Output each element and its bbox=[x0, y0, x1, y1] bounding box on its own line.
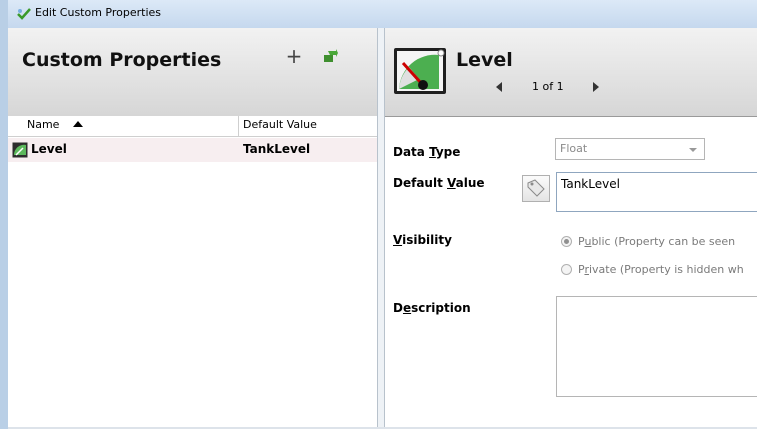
private-radio[interactable] bbox=[561, 264, 572, 275]
public-radio-label[interactable]: Public (Property can be seen bbox=[578, 235, 735, 248]
add-property-button[interactable]: + bbox=[283, 45, 305, 67]
checkmark-app-icon bbox=[17, 8, 31, 20]
import-arrow-icon[interactable] bbox=[322, 49, 338, 63]
pager-status: 1 of 1 bbox=[532, 80, 564, 93]
window-title: Edit Custom Properties bbox=[35, 6, 162, 19]
sort-ascending-icon[interactable] bbox=[73, 121, 83, 127]
pane-splitter[interactable] bbox=[377, 28, 385, 429]
data-type-value: Float bbox=[560, 142, 588, 155]
default-value-text: TankLevel bbox=[561, 177, 620, 191]
left-pane-header bbox=[8, 28, 377, 117]
description-textarea[interactable] bbox=[556, 296, 757, 397]
tag-icon bbox=[527, 179, 545, 197]
previous-arrow-icon[interactable] bbox=[496, 82, 502, 92]
visibility-label: Visibility bbox=[393, 233, 452, 247]
row-name-cell: Level bbox=[31, 142, 67, 156]
column-header-default-value[interactable]: Default Value bbox=[243, 118, 317, 131]
default-value-label: Default Value bbox=[393, 176, 485, 190]
list-column-header bbox=[8, 116, 377, 137]
data-type-label: Data Type bbox=[393, 145, 461, 159]
row-default-value-cell: TankLevel bbox=[243, 142, 311, 156]
radio-selected-dot bbox=[564, 239, 569, 244]
gauge-icon bbox=[12, 142, 28, 158]
tag-browse-button[interactable] bbox=[522, 175, 550, 202]
column-header-name[interactable]: Name bbox=[27, 118, 59, 131]
next-arrow-icon[interactable] bbox=[593, 82, 599, 92]
left-pane-title: Custom Properties bbox=[22, 49, 222, 71]
gauge-icon bbox=[394, 48, 446, 94]
chevron-down-icon[interactable] bbox=[689, 148, 697, 152]
column-divider[interactable] bbox=[238, 116, 239, 136]
property-title: Level bbox=[456, 49, 513, 71]
private-radio-label[interactable]: Private (Property is hidden wh bbox=[578, 263, 744, 276]
window-frame-left bbox=[0, 0, 8, 429]
description-label: Description bbox=[393, 301, 471, 315]
